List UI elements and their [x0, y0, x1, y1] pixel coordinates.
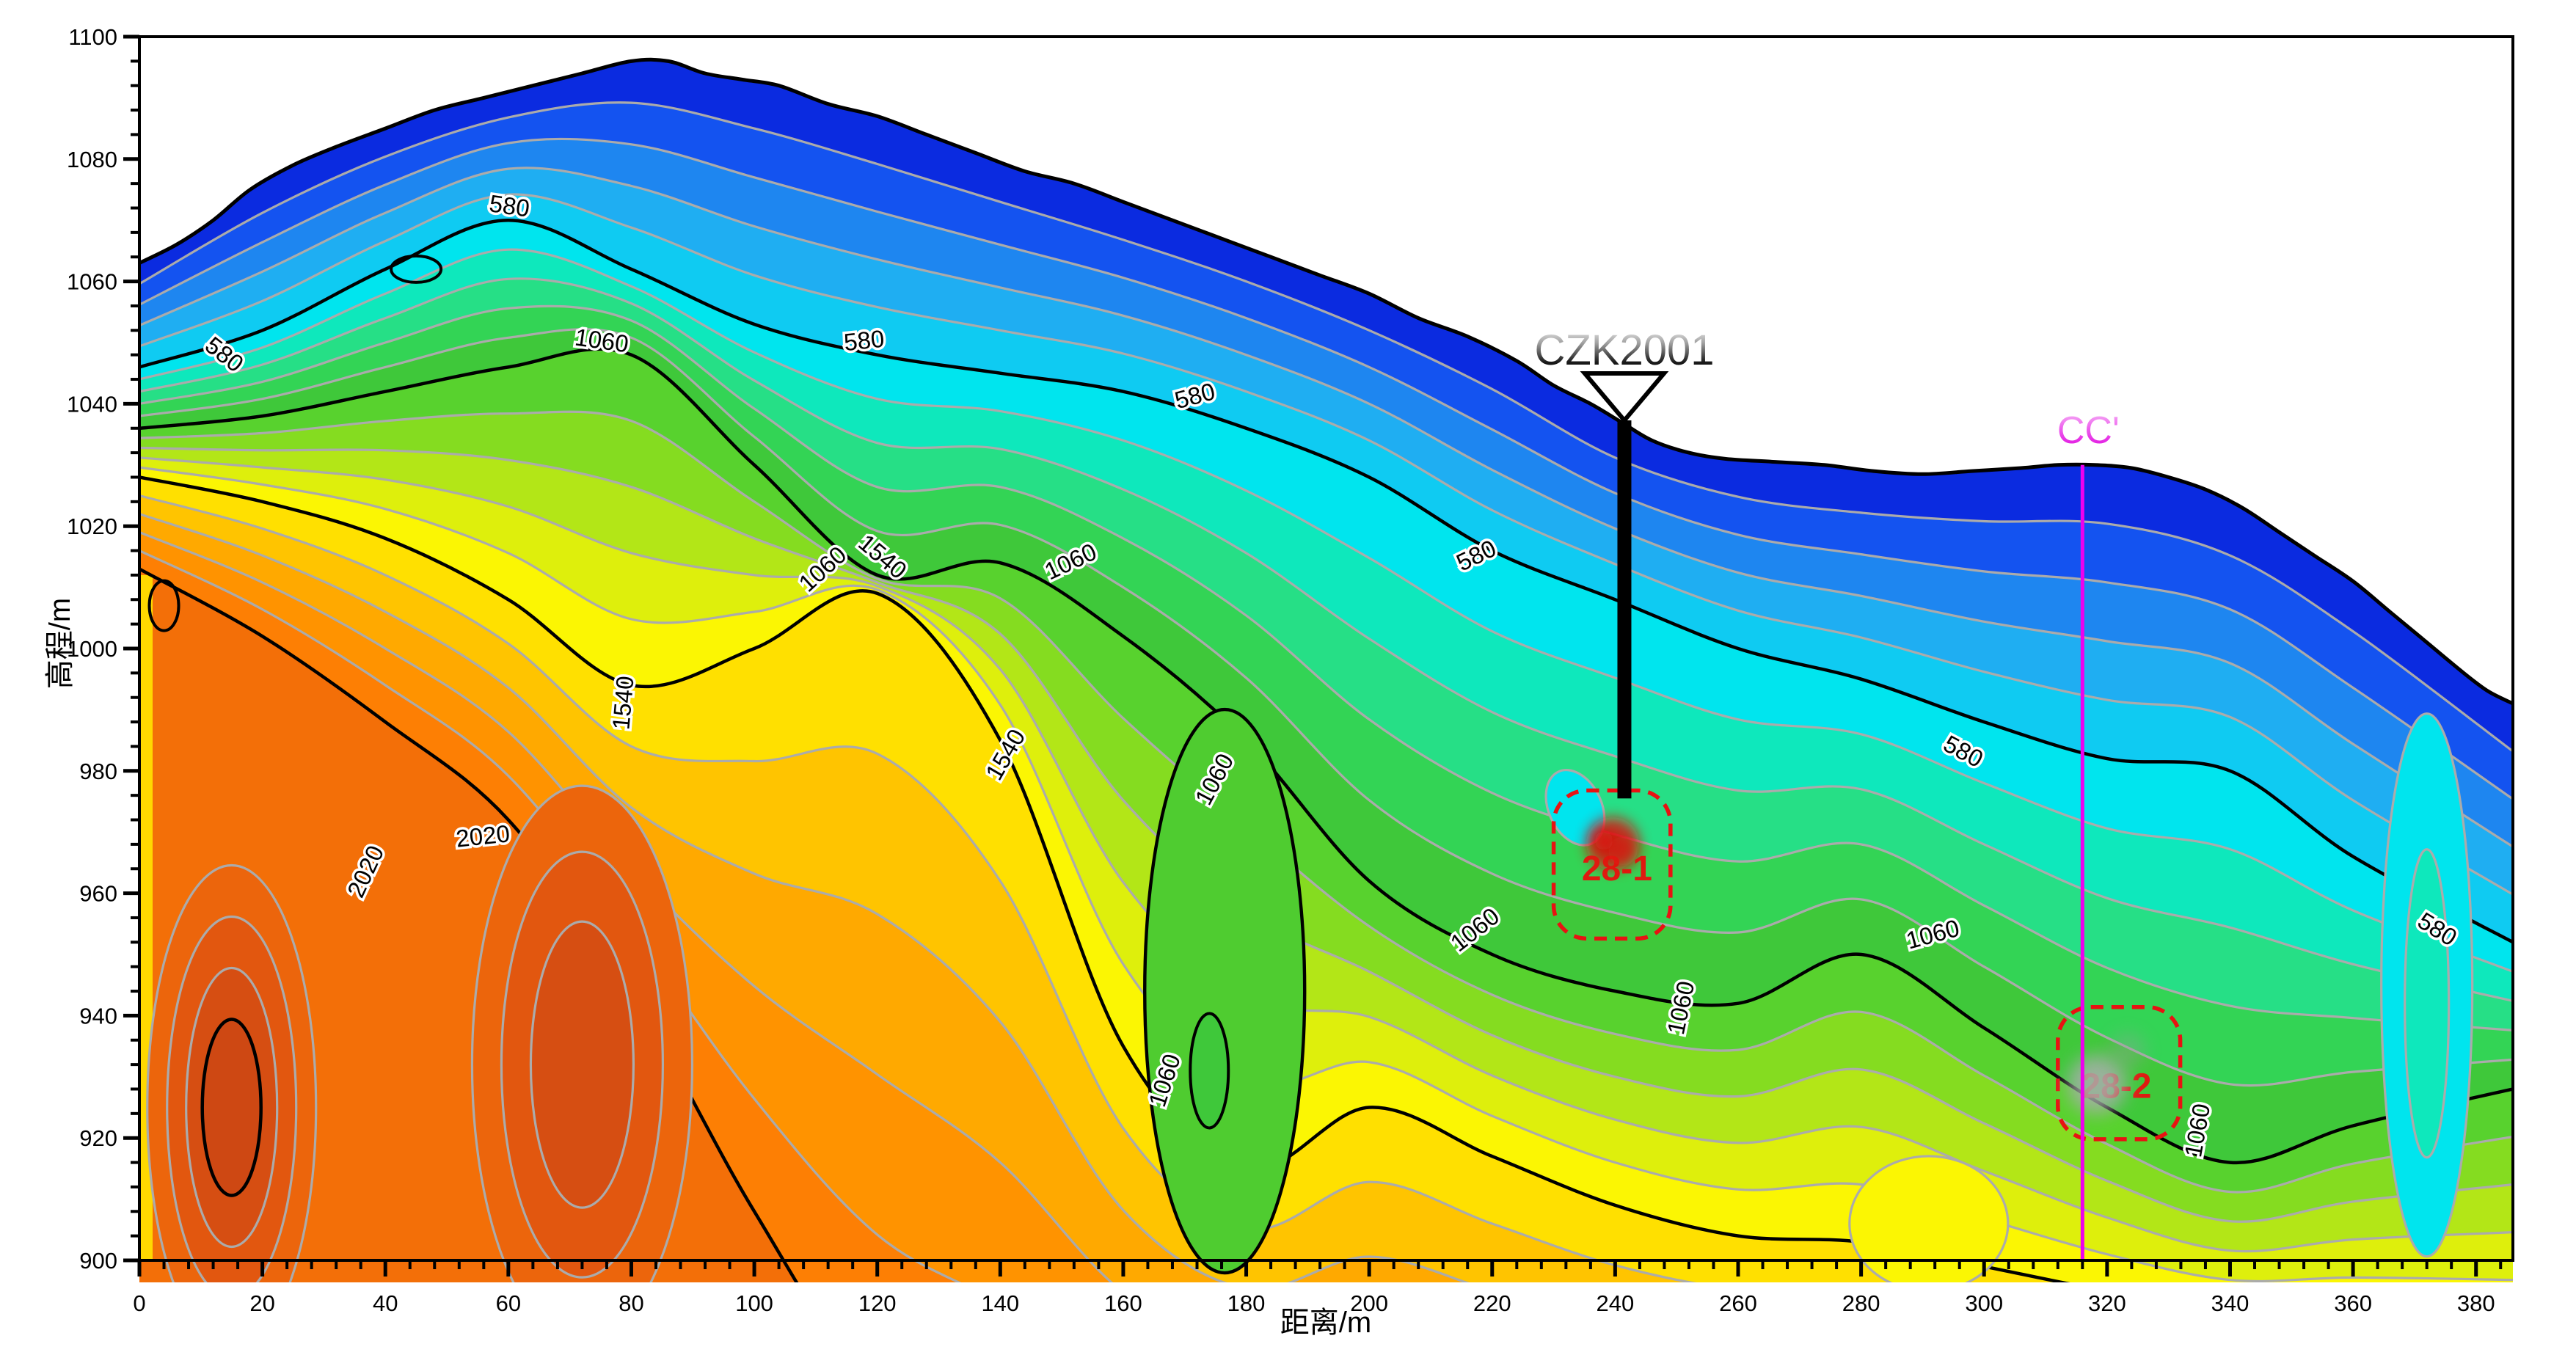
x-tick-label: 360	[2334, 1290, 2372, 1316]
y-tick-label: 1020	[67, 514, 117, 539]
x-tick-label: 100	[735, 1290, 773, 1316]
resistivity-section-plot: 5805805805805805805801060106010601060106…	[0, 0, 2576, 1355]
y-tick-label: 940	[79, 1003, 117, 1029]
contour-label-2020: 2020	[455, 819, 511, 852]
contour-pocket	[1190, 1013, 1228, 1128]
contour-label-1540: 1540	[607, 675, 638, 731]
y-tick-label: 1080	[67, 147, 117, 172]
resistivity-core-ring	[530, 921, 633, 1208]
x-tick-label: 40	[373, 1290, 398, 1316]
x-tick-label: 80	[619, 1290, 643, 1316]
y-tick-label: 1040	[67, 391, 117, 417]
x-tick-label: 260	[1719, 1290, 1757, 1316]
x-tick-label: 120	[858, 1290, 897, 1316]
contour-field	[139, 37, 2513, 1355]
y-tick-label: 1060	[67, 269, 117, 295]
x-axis-title: 距离/m	[1216, 1299, 1436, 1341]
x-tick-label: 140	[981, 1290, 1019, 1316]
x-tick-label: 20	[249, 1290, 274, 1316]
x-tick-label: 220	[1473, 1290, 1511, 1316]
borehole-rod	[1617, 420, 1631, 798]
section-marker-label: CC'	[2057, 409, 2120, 452]
resistivity-section-figure: 5805805805805805805801060106010601060106…	[0, 0, 2576, 1355]
x-tick-label: 340	[2211, 1290, 2250, 1316]
contour-pocket	[1145, 709, 1305, 1273]
y-axis-title: 高程/m	[42, 570, 79, 717]
resistivity-core-ring	[202, 1020, 261, 1196]
contour-label-580: 580	[842, 325, 886, 357]
x-tick-label: 0	[133, 1290, 145, 1316]
x-tick-label: 300	[1965, 1290, 2003, 1316]
x-tick-label: 60	[496, 1290, 521, 1316]
x-tick-label: 320	[2088, 1290, 2126, 1316]
x-tick-label: 380	[2457, 1290, 2495, 1316]
y-tick-label: 900	[79, 1248, 117, 1274]
y-tick-label: 1100	[68, 24, 117, 50]
y-tick-label: 920	[79, 1125, 117, 1151]
x-tick-label: 240	[1597, 1290, 1635, 1316]
borehole-label: CZK2001	[1534, 326, 1714, 374]
contour-pocket	[2405, 850, 2449, 1158]
y-tick-label: 960	[79, 881, 117, 907]
contour-label-580: 580	[488, 189, 532, 222]
x-tick-label: 280	[1842, 1290, 1880, 1316]
x-tick-label: 160	[1104, 1290, 1142, 1316]
y-tick-label: 980	[79, 759, 117, 784]
